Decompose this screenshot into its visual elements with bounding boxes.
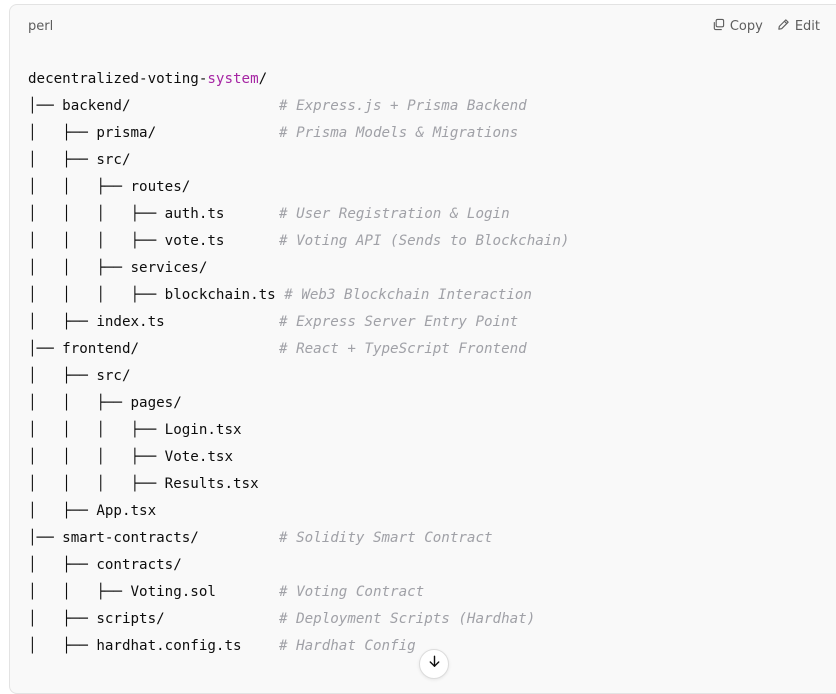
scroll-to-bottom-button[interactable] [419,649,449,679]
language-label: perl [28,19,54,34]
code-comment: # Voting Contract [279,584,425,600]
tree-entry: │ │ │ ├── Login.tsx [28,422,242,438]
tree-entry: │── smart-contracts/ [28,530,199,546]
code-line: │ │ │ ├── vote.ts # Voting API (Sends to … [28,228,836,255]
code-line: │ │ │ ├── Login.tsx [28,417,836,444]
code-line: │── backend/ # Express.js + Prisma Backen… [28,93,836,120]
tree-entry: │ ├── index.ts [28,314,165,330]
code-line: │ ├── prisma/ # Prisma Models & Migration… [28,120,836,147]
code-line: │ │ ├── services/ [28,255,836,282]
code-line: │ │ │ ├── Results.tsx [28,471,836,498]
tree-entry: │ │ ├── Voting.sol [28,584,216,600]
code-comment: # Prisma Models & Migrations [279,125,519,141]
edit-button[interactable]: Edit [777,18,820,35]
tree-entry: │ ├── hardhat.config.ts [28,638,242,654]
tree-entry: │ │ ├── pages/ [28,395,182,411]
edit-label: Edit [794,19,820,34]
code-line: │── frontend/ # React + TypeScript Fronte… [28,336,836,363]
code-comment: # Deployment Scripts (Hardhat) [279,611,536,627]
code-line: │ │ │ ├── blockchain.ts # Web3 Blockchai… [28,282,836,309]
arrow-down-icon [427,654,442,674]
tree-entry: │ │ │ ├── Vote.tsx [28,449,233,465]
tree-entry: │ │ │ ├── vote.ts [28,233,225,249]
root-suffix: / [258,71,268,87]
code-comment: # Voting API (Sends to Blockchain) [279,233,570,249]
code-line: │ ├── scripts/ # Deployment Scripts (Hard… [28,606,836,633]
tree-entry: │ ├── prisma/ [28,125,157,141]
tree-entry: │ ├── src/ [28,368,131,384]
code-line: │ │ ├── pages/ [28,390,836,417]
tree-entry: │ │ │ ├── blockchain.ts [28,287,276,303]
code-line: │ │ │ ├── auth.ts # User Registration & L… [28,201,836,228]
tree-entry: │── frontend/ [28,341,140,357]
tree-entry: │── backend/ [28,98,131,114]
code-comment: # Web3 Blockchain Interaction [284,287,532,303]
root-keyword: system [207,71,259,87]
code-comment: # User Registration & Login [279,206,510,222]
code-block: perl Copy Edit decentralized-voting-syst… [9,4,836,694]
tree-entry: │ ├── src/ [28,152,131,168]
code-block-header: perl Copy Edit [10,5,836,49]
tree-entry: │ │ │ ├── Results.tsx [28,476,259,492]
tree-entry: │ ├── App.tsx [28,503,157,519]
code-comment: # Express Server Entry Point [279,314,519,330]
code-line: │ │ │ ├── Vote.tsx [28,444,836,471]
code-line: │ │ ├── routes/ [28,174,836,201]
pencil-icon [777,18,790,35]
code-line: │ ├── index.ts # Express Server Entry Poi… [28,309,836,336]
code-line: │ ├── App.tsx [28,498,836,525]
code-line: │── smart-contracts/ # Solidity Smart Con… [28,525,836,552]
tree-entry: │ ├── scripts/ [28,611,165,627]
tree-entry: │ ├── contracts/ [28,557,182,573]
tree-entry: │ │ ├── routes/ [28,179,191,195]
root-prefix: decentralized-voting- [28,71,208,87]
tree-entry: │ │ ├── services/ [28,260,208,276]
code-comment: # React + TypeScript Frontend [279,341,527,357]
code-actions: Copy Edit [712,18,820,35]
code-line-root: decentralized-voting-system/ [28,66,836,93]
code-comment: # Hardhat Config [279,638,416,654]
code-line: │ │ ├── Voting.sol # Voting Contract [28,579,836,606]
code-line: │ ├── src/ [28,147,836,174]
copy-icon [712,18,725,35]
code-line: │ ├── contracts/ [28,552,836,579]
tree-entry: │ │ │ ├── auth.ts [28,206,225,222]
code-comment: # Solidity Smart Contract [279,530,493,546]
copy-label: Copy [729,19,763,34]
copy-button[interactable]: Copy [712,18,763,35]
code-comment: # Express.js + Prisma Backend [279,98,527,114]
code-line: │ ├── src/ [28,363,836,390]
code-content: decentralized-voting-system/ │── backend… [28,66,836,660]
